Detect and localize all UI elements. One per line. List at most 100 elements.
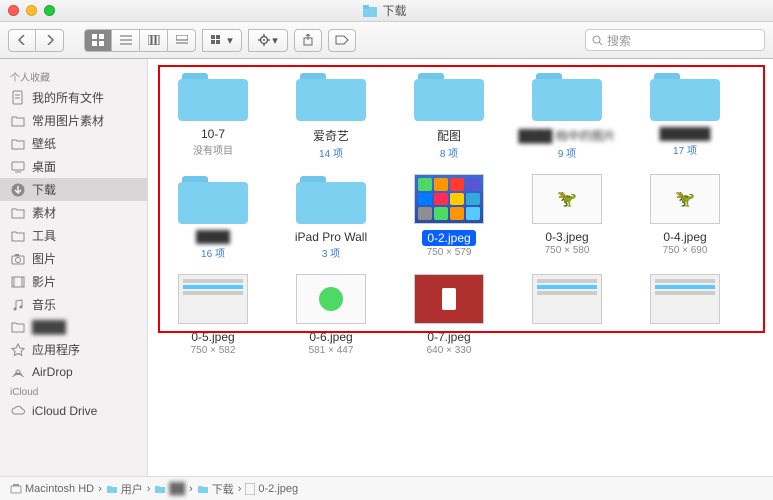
minimize-button[interactable] [26, 5, 37, 16]
back-button[interactable] [8, 29, 36, 52]
sidebar-label: 应用程序 [32, 341, 80, 358]
search-icon [592, 35, 603, 46]
file-item[interactable]: ██████17 项 [626, 71, 744, 160]
folder-icon [296, 174, 366, 224]
file-name: 0-3.jpeg [545, 230, 588, 244]
sidebar-label: 桌面 [32, 158, 56, 175]
sidebar-label: ████ [32, 320, 66, 334]
sidebar-item[interactable]: 常用图片素材 [0, 109, 147, 132]
sidebar-item[interactable]: 壁纸 [0, 132, 147, 155]
image-thumbnail [650, 274, 720, 324]
sidebar-item[interactable]: 桌面 [0, 155, 147, 178]
music-icon [10, 297, 26, 313]
file-item[interactable]: 0-2.jpeg750 × 579 [390, 174, 508, 260]
path-crumb[interactable]: Macintosh HD [10, 483, 94, 495]
path-crumb[interactable]: 0-2.jpeg [245, 483, 298, 495]
sidebar-header: iCloud [0, 383, 147, 400]
file-item[interactable]: iPad Pro Wall3 项 [272, 174, 390, 260]
desktop-icon [10, 159, 26, 175]
file-name: 爱奇艺 [313, 127, 349, 144]
file-meta: 581 × 447 [309, 345, 354, 356]
folder-icon [10, 228, 26, 244]
action-button[interactable]: ▾ [248, 29, 288, 52]
file-meta: 750 × 582 [191, 345, 236, 356]
file-grid[interactable]: 10-7没有项目爱奇艺14 项配图8 项████ 档中的图片9 项██████1… [148, 59, 773, 476]
sidebar-label: 工具 [32, 227, 56, 244]
file-item[interactable]: 0-7.jpeg640 × 330 [390, 274, 508, 356]
arrange-button[interactable]: ▾ [202, 29, 242, 52]
icon-view-button[interactable] [84, 29, 112, 52]
sidebar-label: 下载 [32, 181, 56, 198]
file-item[interactable]: ████ 档中的图片9 项 [508, 71, 626, 160]
sidebar-label: 影片 [32, 273, 56, 290]
file-meta: 16 项 [201, 245, 225, 260]
image-thumbnail [414, 174, 484, 224]
file-item[interactable]: 爱奇艺14 项 [272, 71, 390, 160]
titlebar: 下载 [0, 0, 773, 22]
traffic-lights [8, 5, 55, 16]
file-item[interactable]: 配图8 项 [390, 71, 508, 160]
sidebar-item[interactable]: 我的所有文件 [0, 86, 147, 109]
file-item[interactable]: 🦖0-4.jpeg750 × 690 [626, 174, 744, 260]
share-button[interactable] [294, 29, 322, 52]
sidebar-item[interactable]: AirDrop [0, 361, 147, 383]
path-bar: Macintosh HD›用户›██›下载›0-2.jpeg [0, 476, 773, 500]
file-meta: 8 项 [440, 145, 458, 160]
file-item[interactable]: ████16 项 [154, 174, 272, 260]
file-item[interactable] [508, 274, 626, 356]
folder-icon [10, 205, 26, 221]
file-item[interactable]: 0-5.jpeg750 × 582 [154, 274, 272, 356]
sidebar-item[interactable]: ████ [0, 316, 147, 338]
coverflow-view-button[interactable] [168, 29, 196, 52]
sidebar-item[interactable]: 素材 [0, 201, 147, 224]
sidebar-item[interactable]: 影片 [0, 270, 147, 293]
file-item[interactable]: 10-7没有项目 [154, 71, 272, 160]
film-icon [10, 274, 26, 290]
image-thumbnail [532, 274, 602, 324]
path-crumb[interactable]: 下载 [197, 481, 234, 497]
cloud-icon [10, 403, 26, 419]
sidebar-item[interactable]: 应用程序 [0, 338, 147, 361]
folder-icon [178, 174, 248, 224]
image-thumbnail: 🦖 [650, 174, 720, 224]
file-name: 0-7.jpeg [427, 330, 470, 344]
file-name: 0-6.jpeg [309, 330, 352, 344]
folder-icon [10, 136, 26, 152]
folder-icon [363, 5, 377, 17]
path-crumb[interactable]: 用户 [106, 481, 143, 497]
sidebar-label: 音乐 [32, 296, 56, 313]
zoom-button[interactable] [44, 5, 55, 16]
sidebar-label: AirDrop [32, 365, 73, 379]
forward-button[interactable] [36, 29, 64, 52]
sidebar-item[interactable]: 下载 [0, 178, 147, 201]
file-item[interactable]: 0-6.jpeg581 × 447 [272, 274, 390, 356]
folder-icon [178, 71, 248, 121]
sidebar-item[interactable]: 音乐 [0, 293, 147, 316]
tags-button[interactable] [328, 29, 356, 52]
sidebar-label: 常用图片素材 [32, 112, 104, 129]
file-meta: 14 项 [319, 145, 343, 160]
file-name: 配图 [437, 127, 461, 144]
list-view-button[interactable] [112, 29, 140, 52]
sidebar-label: 壁纸 [32, 135, 56, 152]
app-icon [10, 342, 26, 358]
file-item[interactable]: 🦖0-3.jpeg750 × 580 [508, 174, 626, 260]
file-item[interactable] [626, 274, 744, 356]
close-button[interactable] [8, 5, 19, 16]
file-meta: 640 × 330 [427, 345, 472, 356]
search-field[interactable]: 搜索 [585, 29, 765, 51]
sidebar-label: 素材 [32, 204, 56, 221]
file-name: iPad Pro Wall [295, 230, 367, 244]
sidebar-item[interactable]: iCloud Drive [0, 400, 147, 422]
camera-icon [10, 251, 26, 267]
folder-icon [650, 71, 720, 121]
sidebar-item[interactable]: 工具 [0, 224, 147, 247]
file-meta: 17 项 [673, 142, 697, 157]
image-thumbnail [178, 274, 248, 324]
path-crumb[interactable]: ██ [154, 483, 185, 495]
file-name: 0-2.jpeg [422, 230, 475, 246]
window-title: 下载 [382, 2, 406, 19]
chevron-icon: › [189, 483, 193, 495]
column-view-button[interactable] [140, 29, 168, 52]
sidebar-item[interactable]: 图片 [0, 247, 147, 270]
